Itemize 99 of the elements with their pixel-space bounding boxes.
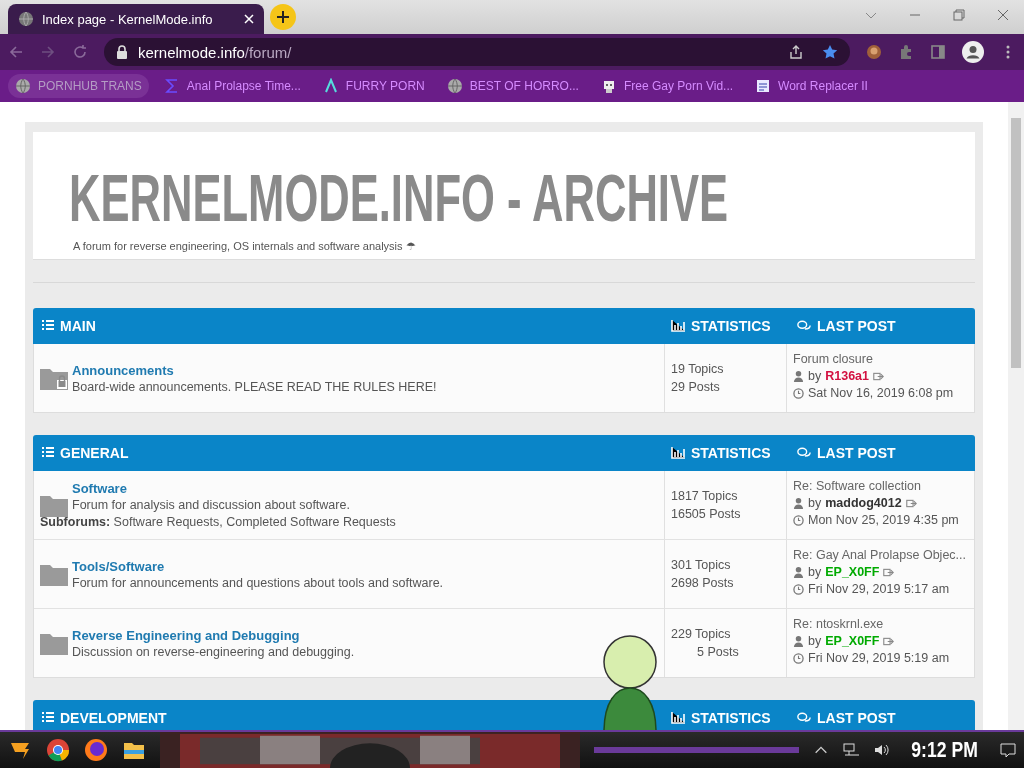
back-icon[interactable]	[8, 44, 24, 60]
list-icon	[41, 447, 55, 459]
bar-chart-icon	[671, 447, 685, 459]
author-link[interactable]: maddog4012	[825, 496, 902, 510]
clock-icon	[793, 652, 804, 664]
document-icon	[755, 78, 772, 94]
puzzle-icon[interactable]	[898, 44, 914, 60]
bookmark[interactable]: FURRY PORN	[315, 74, 432, 98]
column-header: LAST POST	[817, 318, 896, 334]
topics-count: 1817 Topics	[671, 489, 739, 503]
last-post-link[interactable]: Forum closure	[793, 352, 968, 366]
clock-icon	[793, 514, 804, 526]
bookmark[interactable]: Word Replacer II	[748, 74, 875, 98]
goto-post-icon[interactable]	[883, 635, 895, 647]
goto-post-icon[interactable]	[873, 370, 884, 382]
post-date: Mon Nov 25, 2019 4:35 pm	[808, 513, 959, 527]
author-link[interactable]: R136a1	[825, 369, 869, 383]
firefox-icon[interactable]	[84, 738, 108, 762]
author-link[interactable]: EP_X0FF	[825, 565, 880, 579]
browser-tab[interactable]: Index page - KernelMode.info	[8, 4, 264, 34]
posts-count: 16505 Posts	[671, 507, 742, 521]
post-date: Sat Nov 16, 2019 6:08 pm	[808, 386, 954, 400]
bookmark[interactable]: Free Gay Porn Vid...	[593, 74, 741, 98]
globe-icon	[446, 78, 463, 94]
account-icon[interactable]	[962, 41, 984, 63]
by-label: by	[808, 369, 822, 383]
forum-description: Discussion on reverse-engineering and debugging.	[72, 644, 355, 659]
bar-chart-icon	[671, 712, 685, 724]
clock-icon	[793, 583, 804, 595]
posts-count: 29 Posts	[671, 380, 721, 394]
goto-post-icon[interactable]	[883, 566, 895, 578]
last-post-link[interactable]: Re: Software collection	[793, 479, 968, 493]
user-icon	[793, 635, 804, 647]
by-label: by	[808, 565, 822, 579]
forum-description: Board-wide announcements. PLEASE READ THE RULES HERE!	[72, 379, 437, 394]
lambda-icon	[322, 78, 339, 94]
goto-post-icon[interactable]	[905, 497, 917, 509]
subforums-line: Subforums: Software Requests, Completed Software Requests	[40, 515, 396, 529]
last-post-link[interactable]: Re: Gay Anal Prolapse Objec...	[793, 548, 968, 562]
topics-count: 229 Topics	[671, 627, 732, 641]
clock-icon	[793, 387, 804, 399]
lock-icon	[116, 45, 128, 59]
globe-icon	[15, 78, 31, 94]
user-icon	[793, 566, 804, 578]
bookmark[interactable]: Anal Prolapse Time...	[156, 74, 308, 98]
post-date: Fri Nov 29, 2019 5:19 am	[808, 651, 950, 665]
topics-count: 301 Topics	[671, 558, 732, 572]
user-icon	[793, 497, 804, 509]
speech-bubbles-icon	[797, 712, 811, 724]
sidebar-icon[interactable]	[930, 44, 946, 60]
column-header: LAST POST	[817, 710, 896, 726]
by-label: by	[808, 634, 822, 648]
by-label: by	[808, 496, 822, 510]
speech-bubbles-icon	[797, 447, 811, 459]
posts-count: 2698 Posts	[671, 576, 735, 590]
scrollbar[interactable]	[1008, 102, 1024, 730]
clock-time[interactable]: 9:12 PM	[911, 737, 978, 763]
forum-link[interactable]: Reverse Engineering and Debugging	[72, 627, 300, 643]
forum-link[interactable]: Software	[72, 481, 127, 496]
post-date: Fri Nov 29, 2019 5:17 am	[808, 582, 950, 596]
forum-link[interactable]: Announcements	[72, 362, 174, 378]
category-title[interactable]: GENERAL	[60, 445, 129, 461]
last-post-link[interactable]: Re: ntoskrnl.exe	[793, 617, 968, 631]
forum-description: Forum for analysis and discussion about software.	[72, 498, 351, 512]
posts-count: 5 Posts	[696, 645, 740, 659]
column-header: STATISTICS	[691, 318, 771, 334]
sigma-icon	[163, 78, 180, 94]
chrome-icon[interactable]	[46, 738, 70, 762]
site-description: A forum for reverse engineering, OS internals and software analysis ☂	[73, 240, 417, 253]
profile-avatar-icon[interactable]	[866, 44, 882, 60]
restore-icon[interactable]	[952, 8, 966, 22]
list-icon	[41, 320, 55, 332]
category-title[interactable]: MAIN	[60, 318, 96, 334]
speech-bubbles-icon	[797, 320, 811, 332]
bookmark[interactable]: BEST OF HORRO...	[439, 74, 586, 98]
author-link[interactable]: EP_X0FF	[825, 634, 880, 648]
column-header: LAST POST	[817, 445, 896, 461]
share-icon[interactable]	[788, 44, 804, 60]
column-header: STATISTICS	[691, 710, 771, 726]
category-title[interactable]: DEVELOPMENT	[60, 710, 167, 726]
reload-icon[interactable]	[72, 44, 88, 60]
tab-title: Index page - KernelMode.info	[42, 11, 214, 27]
topics-count: 19 Topics	[671, 362, 725, 376]
url-text: kernelmode.info/forum/	[138, 43, 293, 61]
bookmark[interactable]: PORNHUB TRANS	[8, 74, 149, 98]
star-icon[interactable]	[822, 44, 838, 60]
notification-icon[interactable]	[1000, 742, 1016, 758]
forum-description: Forum for announcements and questions about tools and software.	[72, 575, 444, 590]
speaker-icon[interactable]	[872, 742, 889, 758]
column-header: STATISTICS	[691, 445, 771, 461]
address-bar[interactable]: kernelmode.info/forum/	[104, 38, 850, 66]
new-tab-button[interactable]	[270, 4, 296, 30]
list-icon	[41, 712, 55, 724]
forum-link[interactable]: Tools/Software	[72, 558, 165, 574]
globe-icon	[18, 11, 34, 27]
bar-chart-icon	[671, 320, 685, 332]
site-title[interactable]: KERNELMODE.INFO - ARCHIVE	[69, 160, 729, 236]
network-icon[interactable]	[842, 742, 859, 758]
user-icon	[793, 370, 804, 382]
